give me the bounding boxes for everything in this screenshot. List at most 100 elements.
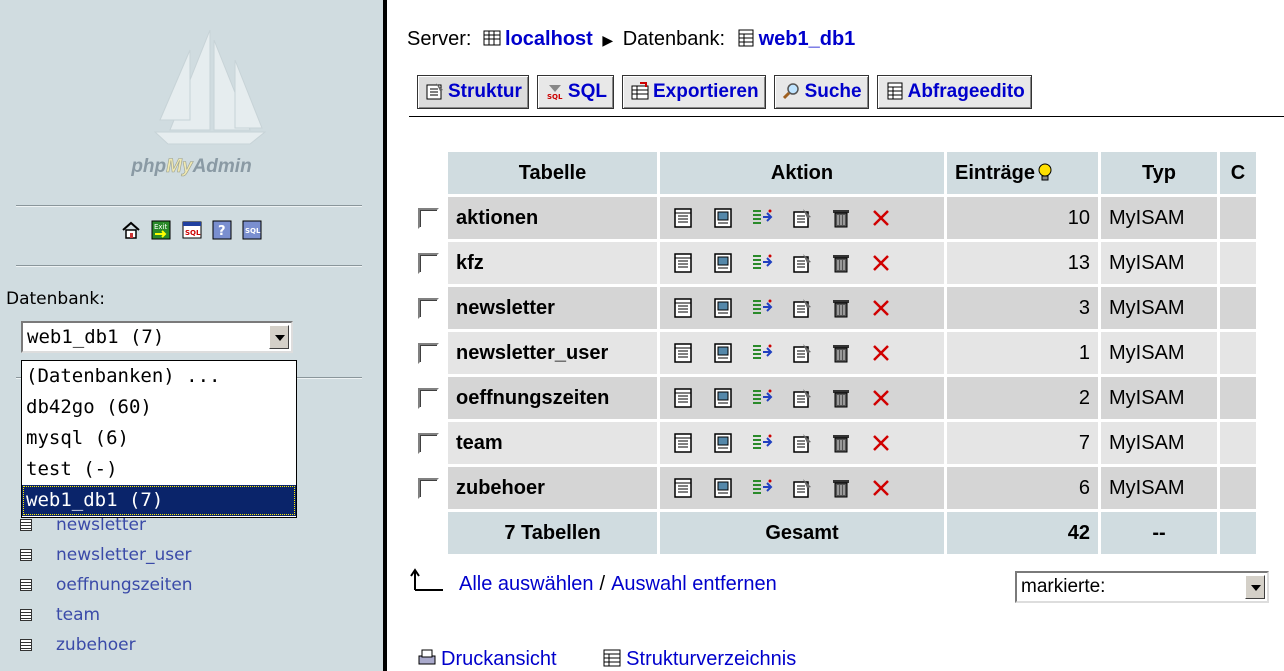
table-list-item[interactable]: newsletter_user [20, 540, 193, 570]
structure-icon[interactable] [791, 252, 813, 274]
column-header-eintraege[interactable]: Einträge [947, 152, 1098, 194]
column-header-typ[interactable]: Typ [1101, 152, 1217, 194]
database-option[interactable]: db42go (60) [22, 392, 296, 423]
phpmyadmin-logo[interactable]: phpMyAdmin [0, 156, 383, 178]
insert-icon[interactable] [751, 207, 773, 229]
insert-icon[interactable] [751, 387, 773, 409]
tab-abfrageeditor[interactable]: Abfrageedito [876, 75, 1032, 109]
table-name-link[interactable]: oeffnungszeiten [448, 377, 657, 419]
drop-icon[interactable] [870, 342, 892, 364]
database-dropdown[interactable]: (Datenbanken) ... db42go (60) mysql (6) … [21, 360, 297, 518]
tab-exportieren[interactable]: Exportieren [621, 75, 766, 109]
tab-struktur[interactable]: Struktur [417, 75, 529, 109]
database-link[interactable]: web1_db1 [759, 28, 856, 50]
structure-icon[interactable] [791, 477, 813, 499]
empty-icon[interactable] [830, 342, 852, 364]
browse-icon[interactable] [672, 252, 694, 274]
server-label: Server: [407, 28, 472, 50]
row-checkbox[interactable] [418, 477, 439, 499]
database-option[interactable]: test (-) [22, 454, 296, 485]
structure-icon[interactable] [791, 432, 813, 454]
structure-icon[interactable] [791, 387, 813, 409]
select-icon[interactable] [712, 207, 734, 229]
drop-icon[interactable] [870, 252, 892, 274]
row-type: MyISAM [1101, 422, 1217, 464]
deselect-all-link[interactable]: Auswahl entfernen [611, 573, 777, 595]
drop-icon[interactable] [870, 477, 892, 499]
home-icon[interactable] [121, 220, 141, 240]
empty-icon[interactable] [830, 252, 852, 274]
insert-icon[interactable] [751, 477, 773, 499]
select-icon[interactable] [712, 387, 734, 409]
table-name-link[interactable]: kfz [448, 242, 657, 284]
sql-icon[interactable]: SQL [182, 220, 202, 240]
drop-icon[interactable] [870, 387, 892, 409]
empty-icon[interactable] [830, 387, 852, 409]
row-checkbox[interactable] [418, 387, 439, 409]
chevron-down-icon[interactable] [269, 325, 289, 349]
table-list-item[interactable]: oeffnungszeiten [20, 570, 193, 600]
browse-icon[interactable] [672, 477, 694, 499]
row-checkbox[interactable] [418, 342, 439, 364]
server-icon [483, 30, 501, 46]
help-icon[interactable]: ? [212, 220, 232, 240]
row-checkbox[interactable] [418, 252, 439, 274]
row-checkbox[interactable] [418, 432, 439, 454]
select-icon[interactable] [712, 432, 734, 454]
structure-icon[interactable] [791, 207, 813, 229]
database-select[interactable]: web1_db1 (7) [21, 321, 293, 353]
column-header-tabelle[interactable]: Tabelle [448, 152, 657, 194]
table-name-link[interactable]: newsletter_user [448, 332, 657, 374]
chevron-down-icon[interactable] [1245, 575, 1265, 599]
footer-entries: 42 [947, 512, 1098, 554]
insert-icon[interactable] [751, 342, 773, 364]
drop-icon[interactable] [870, 432, 892, 454]
table-row: aktionen 10 MyISAM [412, 197, 1256, 239]
drop-icon[interactable] [870, 297, 892, 319]
empty-icon[interactable] [830, 432, 852, 454]
select-icon[interactable] [712, 342, 734, 364]
sql-docs-icon[interactable]: SQL [242, 220, 262, 240]
row-checkbox[interactable] [418, 207, 439, 229]
drop-icon[interactable] [870, 207, 892, 229]
table-icon [20, 639, 32, 651]
browse-icon[interactable] [672, 432, 694, 454]
select-controls: Alle auswählen / Auswahl entfernen [409, 568, 777, 596]
select-icon[interactable] [712, 252, 734, 274]
browse-icon[interactable] [672, 207, 694, 229]
table-name-link[interactable]: team [448, 422, 657, 464]
tab-suche[interactable]: Suche [773, 75, 869, 109]
empty-icon[interactable] [830, 477, 852, 499]
table-list-item[interactable]: zubehoer [20, 630, 193, 660]
structure-icon[interactable] [791, 297, 813, 319]
empty-icon[interactable] [830, 207, 852, 229]
row-checkbox[interactable] [418, 297, 439, 319]
database-option[interactable]: (Datenbanken) ... [22, 361, 296, 392]
browse-icon[interactable] [672, 387, 694, 409]
exit-icon[interactable]: Exit [151, 220, 171, 240]
select-icon[interactable] [712, 297, 734, 319]
insert-icon[interactable] [751, 252, 773, 274]
data-dictionary-link[interactable]: Strukturverzeichnis [626, 648, 796, 670]
table-list-item[interactable]: team [20, 600, 193, 630]
with-selected-select[interactable]: markierte: [1015, 571, 1269, 603]
select-icon[interactable] [712, 477, 734, 499]
database-option-selected[interactable]: web1_db1 (7) [22, 485, 296, 516]
print-view-link[interactable]: Druckansicht [441, 648, 557, 670]
browse-icon[interactable] [672, 342, 694, 364]
table-name-link[interactable]: aktionen [448, 197, 657, 239]
table-row: kfz 13 MyISAM [412, 242, 1256, 284]
row-collation [1220, 287, 1256, 329]
tab-sql[interactable]: SQL SQL [536, 75, 614, 109]
empty-icon[interactable] [830, 297, 852, 319]
database-option[interactable]: mysql (6) [22, 423, 296, 454]
structure-icon[interactable] [791, 342, 813, 364]
row-entries: 7 [947, 422, 1098, 464]
select-all-link[interactable]: Alle auswählen [459, 573, 594, 595]
browse-icon[interactable] [672, 297, 694, 319]
insert-icon[interactable] [751, 297, 773, 319]
server-link[interactable]: localhost [505, 28, 593, 50]
table-name-link[interactable]: newsletter [448, 287, 657, 329]
table-name-link[interactable]: zubehoer [448, 467, 657, 509]
insert-icon[interactable] [751, 432, 773, 454]
